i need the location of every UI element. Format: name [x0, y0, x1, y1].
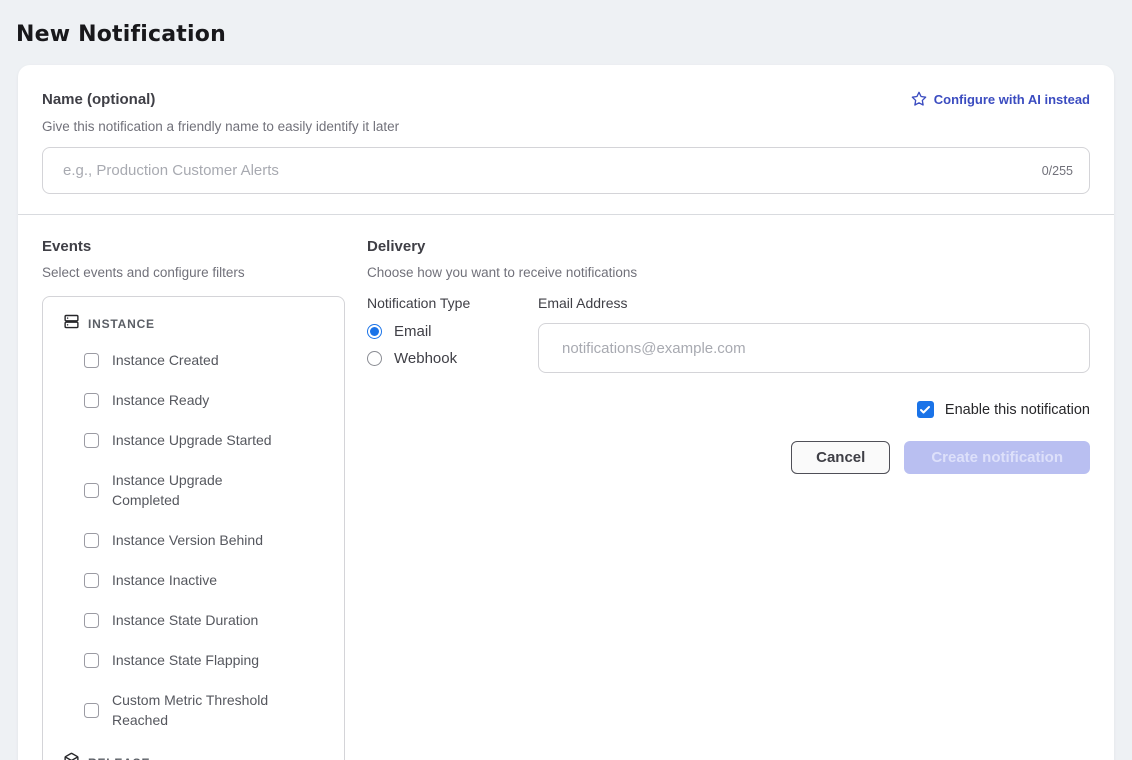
name-section: Name (optional) Configure with AI instea… [18, 65, 1114, 214]
event-label: Instance Inactive [112, 570, 217, 590]
email-input-wrapper [538, 323, 1090, 373]
checkbox-icon [84, 533, 99, 548]
delivery-column: Delivery Choose how you want to receive … [367, 235, 1090, 760]
name-section-subtitle: Give this notification a friendly name t… [42, 119, 1090, 134]
event-item-instance-created[interactable]: Instance Created [84, 350, 326, 370]
radio-selected-icon [367, 324, 382, 339]
email-input[interactable] [562, 340, 1073, 357]
event-label: Instance State Duration [112, 610, 258, 630]
events-column: Events Select events and configure filte… [42, 235, 345, 760]
event-item-instance-version-behind[interactable]: Instance Version Behind [84, 530, 326, 550]
email-field-group: Email Address [538, 295, 1090, 377]
event-item-instance-upgrade-completed[interactable]: Instance Upgrade Completed [84, 470, 326, 510]
events-list-box: INSTANCE Instance Created Instance Ready… [42, 296, 345, 760]
checkbox-checked-icon [917, 401, 934, 418]
radio-label: Email [394, 323, 432, 340]
event-label: Instance Ready [112, 390, 209, 410]
enable-notification-checkbox[interactable]: Enable this notification [367, 401, 1090, 418]
name-section-heading: Name (optional) [42, 91, 155, 108]
checkbox-icon [84, 653, 99, 668]
event-item-instance-ready[interactable]: Instance Ready [84, 390, 326, 410]
event-label: Instance Created [112, 350, 219, 370]
event-label: Instance Version Behind [112, 530, 263, 550]
event-group-instance: INSTANCE [63, 313, 326, 335]
delivery-subtitle: Choose how you want to receive notificat… [367, 265, 1090, 280]
event-label: Instance Upgrade Started [112, 430, 272, 450]
radio-unselected-icon [367, 351, 382, 366]
notification-type-label: Notification Type [367, 295, 538, 311]
char-counter: 0/255 [1042, 164, 1073, 178]
radio-option-email[interactable]: Email [367, 323, 538, 340]
event-label: Instance Upgrade Completed [112, 470, 284, 510]
checkbox-icon [84, 353, 99, 368]
configure-with-ai-label: Configure with AI instead [934, 92, 1090, 107]
event-label: Instance State Flapping [112, 650, 259, 670]
event-item-instance-state-flapping[interactable]: Instance State Flapping [84, 650, 326, 670]
name-input-wrapper: 0/255 [42, 147, 1090, 194]
server-icon [63, 313, 80, 335]
enable-notification-label: Enable this notification [945, 402, 1090, 418]
package-icon [63, 752, 80, 760]
notification-type-group: Notification Type Email Webhook [367, 295, 538, 377]
checkbox-icon [84, 703, 99, 718]
new-notification-card: Name (optional) Configure with AI instea… [18, 65, 1114, 760]
star-icon [911, 91, 927, 107]
page-header: New Notification [0, 0, 1132, 65]
checkbox-icon [84, 483, 99, 498]
checkbox-icon [84, 613, 99, 628]
event-group-label: INSTANCE [88, 317, 155, 331]
create-notification-button[interactable]: Create notification [904, 441, 1090, 474]
event-group-label: RELEASE [88, 756, 150, 760]
event-item-instance-upgrade-started[interactable]: Instance Upgrade Started [84, 430, 326, 450]
event-item-custom-metric-threshold[interactable]: Custom Metric Threshold Reached [84, 690, 326, 730]
radio-option-webhook[interactable]: Webhook [367, 350, 538, 367]
delivery-heading: Delivery [367, 235, 1090, 255]
cancel-button[interactable]: Cancel [791, 441, 890, 474]
radio-label: Webhook [394, 350, 457, 367]
name-input[interactable] [63, 162, 1032, 179]
events-heading: Events [42, 235, 345, 255]
event-group-release: RELEASE [63, 752, 326, 760]
events-subtitle: Select events and configure filters [42, 265, 345, 280]
email-address-label: Email Address [538, 295, 1090, 311]
page-title: New Notification [16, 22, 1116, 47]
checkbox-icon [84, 393, 99, 408]
form-actions: Cancel Create notification [367, 441, 1090, 474]
configure-with-ai-button[interactable]: Configure with AI instead [911, 91, 1090, 107]
checkbox-icon [84, 433, 99, 448]
event-label: Custom Metric Threshold Reached [112, 690, 284, 730]
checkbox-icon [84, 573, 99, 588]
event-item-instance-state-duration[interactable]: Instance State Duration [84, 610, 326, 630]
event-item-instance-inactive[interactable]: Instance Inactive [84, 570, 326, 590]
